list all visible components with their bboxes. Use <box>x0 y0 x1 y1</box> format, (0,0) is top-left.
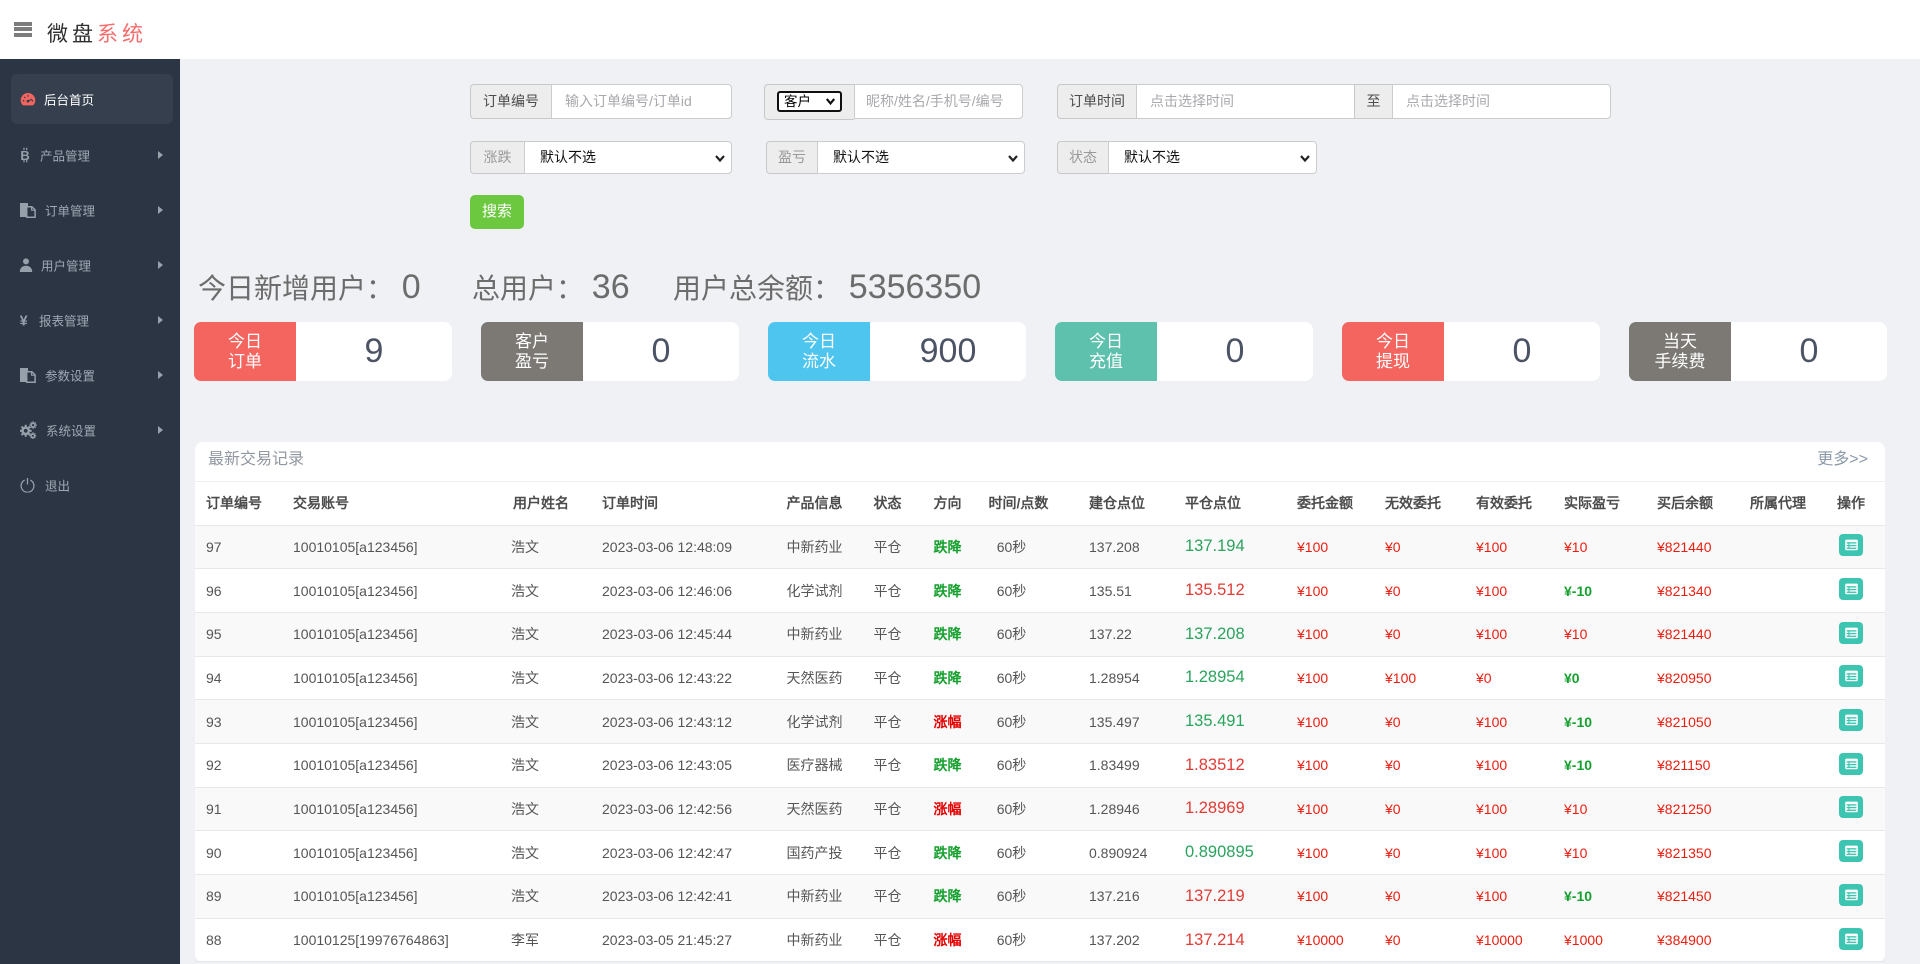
svg-text:B: B <box>20 147 29 162</box>
svg-text:¥: ¥ <box>20 313 28 327</box>
